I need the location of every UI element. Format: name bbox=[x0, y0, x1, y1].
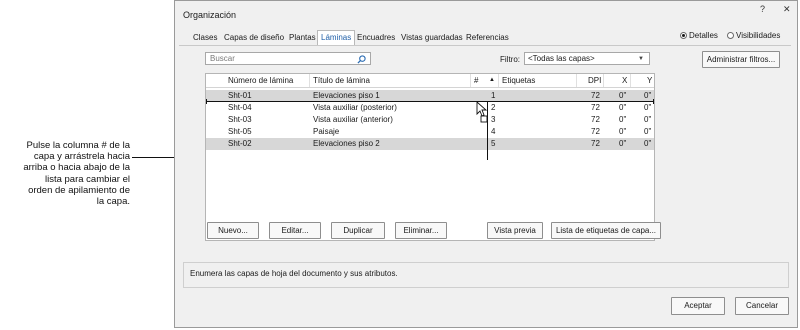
duplicate-button[interactable]: Duplicar bbox=[331, 222, 385, 239]
cell-x: 0" bbox=[619, 103, 627, 112]
cell-number: Sht-02 bbox=[228, 139, 252, 148]
column-separator bbox=[498, 74, 499, 87]
cell-number: Sht-04 bbox=[228, 103, 252, 112]
filter-value: <Todas las capas> bbox=[528, 54, 595, 63]
sort-ascending-icon: ▲ bbox=[489, 77, 495, 83]
callout-text: Pulse la columna # de la capa y arrástre… bbox=[0, 140, 130, 207]
cell-y: 0" bbox=[644, 91, 652, 100]
column-separator bbox=[470, 74, 471, 87]
drag-insertion-tick-left bbox=[206, 99, 207, 104]
tab-divider bbox=[179, 45, 791, 46]
cell-x: 0" bbox=[619, 91, 627, 100]
cell-dpi: 72 bbox=[591, 127, 600, 136]
cell-y: 0" bbox=[644, 139, 652, 148]
cell-dpi: 72 bbox=[591, 91, 600, 100]
delete-button[interactable]: Eliminar... bbox=[395, 222, 447, 239]
cell-title: Vista auxiliar (posterior) bbox=[313, 103, 397, 112]
new-button[interactable]: Nuevo... bbox=[207, 222, 259, 239]
callout-line-4: lista para cambiar el bbox=[44, 173, 130, 185]
callout-line-3: arriba o hacia abajo de la bbox=[23, 162, 130, 174]
column-separator bbox=[576, 74, 577, 87]
organization-dialog: Organización ? ✕ Clases Capas de diseño … bbox=[174, 0, 798, 328]
cell-order-handle[interactable]: 2 bbox=[491, 103, 495, 112]
cell-y: 0" bbox=[644, 127, 652, 136]
table-row[interactable]: Sht-05 Paisaje 4 72 0" 0" bbox=[206, 126, 654, 138]
cell-dpi: 72 bbox=[591, 103, 600, 112]
tab-clases[interactable]: Clases bbox=[193, 31, 217, 44]
col-header-title[interactable]: Título de lámina bbox=[313, 76, 370, 85]
cell-x: 0" bbox=[619, 127, 627, 136]
tab-vistas-guardadas[interactable]: Vistas guardadas bbox=[401, 31, 463, 44]
cell-y: 0" bbox=[644, 103, 652, 112]
table-row[interactable]: Sht-03 Vista auxiliar (anterior) 3 72 0"… bbox=[206, 114, 654, 126]
cell-dpi: 72 bbox=[591, 139, 600, 148]
drag-cursor-icon bbox=[476, 101, 488, 123]
tab-capas-de-diseno[interactable]: Capas de diseño bbox=[224, 31, 284, 44]
cell-title: Vista auxiliar (anterior) bbox=[313, 115, 393, 124]
column-separator bbox=[603, 74, 604, 87]
cell-dpi: 72 bbox=[591, 115, 600, 124]
cancel-button[interactable]: Cancelar bbox=[735, 297, 789, 315]
table-header: Número de lámina Título de lámina # ▲ Et… bbox=[206, 74, 654, 88]
col-header-x[interactable]: X bbox=[622, 76, 627, 85]
cell-number: Sht-03 bbox=[228, 115, 252, 124]
col-header-order[interactable]: # bbox=[474, 76, 478, 85]
close-button[interactable]: ✕ bbox=[783, 4, 791, 15]
cell-number: Sht-05 bbox=[228, 127, 252, 136]
cell-order-handle[interactable]: 5 bbox=[491, 139, 495, 148]
visibilities-radio-label[interactable]: Visibilidades bbox=[736, 31, 780, 40]
help-button[interactable]: ? bbox=[760, 4, 765, 14]
cell-title: Elevaciones piso 1 bbox=[313, 91, 380, 100]
cell-order-handle[interactable]: 3 bbox=[491, 115, 495, 124]
cell-order-handle[interactable]: 1 bbox=[491, 91, 495, 100]
cell-title: Paisaje bbox=[313, 127, 340, 136]
edit-button[interactable]: Editar... bbox=[269, 222, 321, 239]
search-icon[interactable] bbox=[357, 55, 366, 64]
col-header-tags[interactable]: Etiquetas bbox=[502, 76, 535, 85]
visibilities-radio[interactable] bbox=[727, 32, 734, 39]
sheets-table: Número de lámina Título de lámina # ▲ Et… bbox=[205, 73, 655, 241]
cell-y: 0" bbox=[644, 115, 652, 124]
cell-x: 0" bbox=[619, 139, 627, 148]
cell-order-handle[interactable]: 4 bbox=[491, 127, 495, 136]
callout-line-6: la capa. bbox=[96, 196, 130, 208]
preview-button[interactable]: Vista previa bbox=[487, 222, 543, 239]
column-separator bbox=[309, 74, 310, 87]
filter-label: Filtro: bbox=[500, 55, 520, 64]
description-text: Enumera las capas de hoja del documento … bbox=[190, 269, 398, 278]
tab-laminas[interactable]: Láminas bbox=[317, 30, 356, 45]
chevron-down-icon: ▼ bbox=[638, 56, 644, 62]
drag-insertion-line bbox=[206, 101, 654, 102]
cell-number: Sht-01 bbox=[228, 91, 252, 100]
drag-insertion-tick-right bbox=[653, 99, 654, 104]
description-panel: Enumera las capas de hoja del documento … bbox=[183, 262, 789, 288]
dialog-title: Organización bbox=[183, 10, 237, 20]
accept-button[interactable]: Aceptar bbox=[671, 297, 725, 315]
column-separator bbox=[630, 74, 631, 87]
search-placeholder: Buscar bbox=[210, 54, 235, 63]
col-header-number[interactable]: Número de lámina bbox=[228, 76, 293, 85]
layer-tags-list-button[interactable]: Lista de etiquetas de capa... bbox=[551, 222, 661, 239]
tab-referencias[interactable]: Referencias bbox=[466, 31, 509, 44]
manage-filters-button[interactable]: Administrar filtros... bbox=[702, 51, 780, 68]
table-row[interactable]: Sht-02 Elevaciones piso 2 5 72 0" 0" bbox=[206, 138, 654, 150]
tab-encuadres[interactable]: Encuadres bbox=[357, 31, 395, 44]
callout-line-1: Pulse la columna # de la bbox=[26, 140, 130, 151]
details-radio[interactable] bbox=[680, 32, 687, 39]
callout-line-5: orden de apilamiento de bbox=[28, 184, 130, 196]
cell-x: 0" bbox=[619, 115, 627, 124]
search-input[interactable]: Buscar bbox=[205, 52, 371, 65]
filter-select[interactable]: <Todas las capas> ▼ bbox=[524, 52, 650, 65]
tab-plantas[interactable]: Plantas bbox=[289, 31, 316, 44]
callout-line-2: capa y arrástrela hacia bbox=[33, 151, 130, 163]
details-radio-label[interactable]: Detalles bbox=[689, 31, 718, 40]
col-header-y[interactable]: Y bbox=[647, 76, 652, 85]
col-header-dpi[interactable]: DPI bbox=[588, 76, 601, 85]
cell-title: Elevaciones piso 2 bbox=[313, 139, 380, 148]
table-row[interactable]: Sht-04 Vista auxiliar (posterior) 2 72 0… bbox=[206, 102, 654, 114]
